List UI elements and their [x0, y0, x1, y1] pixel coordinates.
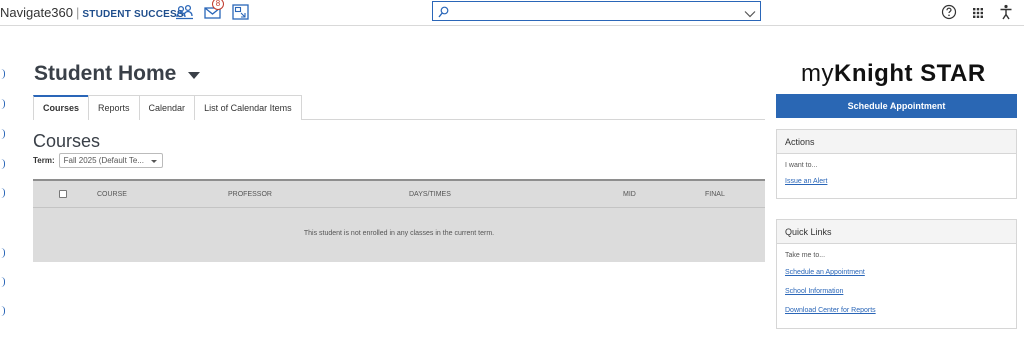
rail-icon[interactable]: [0, 159, 5, 169]
search-input[interactable]: [433, 3, 760, 21]
chevron-down-icon: [150, 160, 157, 163]
quick-links-panel: Quick Links Take me to... Schedule an Ap…: [776, 219, 1017, 329]
rail-icon[interactable]: [0, 248, 5, 258]
brand-product: STUDENT SUCCESS: [82, 9, 184, 20]
search-icon: [438, 5, 449, 23]
column-header-course[interactable]: COURSE: [97, 191, 127, 198]
caret-down-icon[interactable]: [188, 72, 201, 79]
table-header-row: COURSE PROFESSOR DAYS/TIMES MID FINAL: [33, 181, 765, 208]
tab-reports[interactable]: Reports: [88, 95, 140, 120]
courses-section-title: Courses: [33, 131, 101, 151]
select-all-checkbox[interactable]: [59, 190, 67, 198]
school-information-link[interactable]: School Information: [777, 288, 1016, 295]
column-header-professor[interactable]: PROFESSOR: [228, 191, 272, 198]
top-navigation-bar: Navigate360 | STUDENT SUCCESS 8: [0, 0, 1024, 26]
help-icon[interactable]: [941, 4, 957, 25]
actions-panel-subtitle: I want to...: [785, 162, 818, 169]
empty-table-message: This student is not enrolled in any clas…: [303, 230, 495, 237]
left-nav-rail: [0, 30, 14, 337]
apps-grid-icon[interactable]: [971, 4, 985, 25]
page-title-text: Student Home: [34, 62, 177, 85]
rail-icon[interactable]: [0, 306, 5, 316]
column-header-days-times[interactable]: DAYS/TIMES: [409, 191, 451, 198]
issue-an-alert-link[interactable]: Issue an Alert: [777, 178, 1016, 185]
term-dropdown-value: Fall 2025 (Default Te...: [63, 156, 144, 165]
mail-count-badge: 8: [212, 0, 224, 10]
schedule-an-appointment-link[interactable]: Schedule an Appointment: [777, 269, 1016, 276]
tab-list-of-calendar-items[interactable]: List of Calendar Items: [194, 95, 302, 120]
tab-courses[interactable]: Courses: [33, 95, 90, 120]
term-dropdown[interactable]: Fall 2025 (Default Te...: [58, 153, 163, 168]
rail-icon[interactable]: [0, 99, 5, 109]
students-icon[interactable]: [176, 4, 194, 20]
tab-bar: Courses Reports Calendar List of Calenda…: [33, 95, 765, 120]
quick-links-panel-title: Quick Links: [777, 220, 1016, 244]
actions-panel: Actions I want to... Issue an Alert: [776, 129, 1017, 199]
courses-table: COURSE PROFESSOR DAYS/TIMES MID FINAL Th…: [33, 179, 765, 262]
rail-icon[interactable]: [0, 277, 5, 287]
schedule-appointment-button[interactable]: Schedule Appointment: [776, 94, 1017, 118]
brand-separator: |: [76, 5, 80, 20]
brand[interactable]: Navigate360 | STUDENT SUCCESS: [0, 5, 184, 20]
rail-icon[interactable]: [0, 188, 5, 198]
tab-calendar[interactable]: Calendar: [138, 95, 196, 120]
column-header-final[interactable]: FINAL: [705, 191, 725, 198]
rail-icon[interactable]: [0, 69, 5, 79]
chevron-down-icon[interactable]: [744, 6, 756, 24]
search-box[interactable]: [432, 1, 761, 21]
term-label: Term:: [33, 156, 55, 165]
quick-links-panel-subtitle: Take me to...: [785, 252, 826, 259]
rail-icon[interactable]: [0, 129, 5, 139]
actions-panel-title: Actions: [777, 130, 1016, 154]
download-center-link[interactable]: Download Center for Reports: [777, 307, 1016, 314]
myknight-star-logo: myKnight STAR: [801, 60, 986, 87]
brand-name: Navigate360: [0, 5, 73, 20]
layout-icon[interactable]: [232, 4, 250, 20]
term-selector: Term: Fall 2025 (Default Te...: [33, 153, 163, 168]
column-header-mid[interactable]: MID: [623, 191, 636, 198]
page-title[interactable]: Student Home: [34, 62, 201, 86]
accessibility-icon[interactable]: [999, 4, 1013, 25]
